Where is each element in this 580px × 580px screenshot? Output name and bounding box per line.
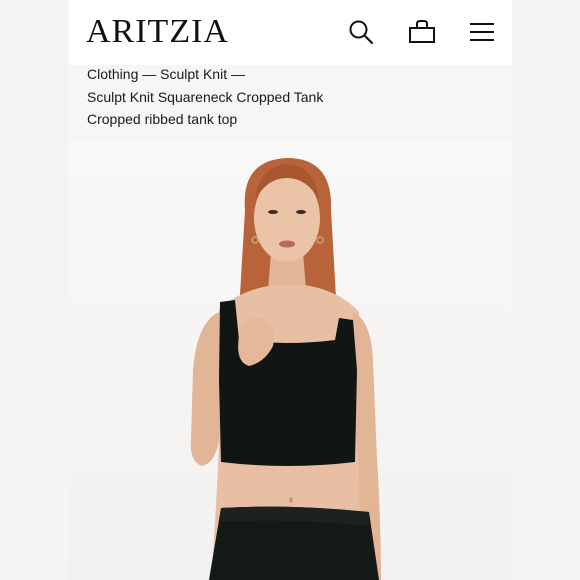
breadcrumb-separator: — bbox=[230, 66, 245, 82]
breadcrumb-path: Clothing — Sculpt Knit — bbox=[87, 63, 323, 86]
model-illustration bbox=[190, 158, 381, 580]
site-header: ARITZIA bbox=[69, 0, 512, 65]
shopping-bag-button[interactable] bbox=[407, 17, 437, 47]
hamburger-menu-icon bbox=[470, 23, 494, 41]
breadcrumb: Clothing — Sculpt Knit — Sculpt Knit Squ… bbox=[87, 63, 323, 131]
product-page: ARITZIA Clothing — Sculpt Knit — Sculpt … bbox=[69, 0, 512, 580]
breadcrumb-item-sculpt-knit[interactable]: Sculpt Knit bbox=[160, 66, 227, 82]
product-subtitle: Cropped ribbed tank top bbox=[87, 111, 238, 127]
brand-logo[interactable]: ARITZIA bbox=[86, 10, 229, 54]
shopping-bag-icon bbox=[409, 20, 435, 43]
breadcrumb-item-clothing[interactable]: Clothing bbox=[87, 66, 138, 82]
product-title: Sculpt Knit Squareneck Cropped Tank bbox=[87, 88, 324, 105]
breadcrumb-separator: — bbox=[142, 66, 157, 82]
screenshot-frame: ARITZIA Clothing — Sculpt Knit — Sculpt … bbox=[0, 0, 580, 580]
search-icon bbox=[349, 20, 374, 45]
menu-button[interactable] bbox=[467, 17, 497, 47]
search-button[interactable] bbox=[346, 17, 376, 47]
product-image[interactable] bbox=[69, 140, 512, 580]
